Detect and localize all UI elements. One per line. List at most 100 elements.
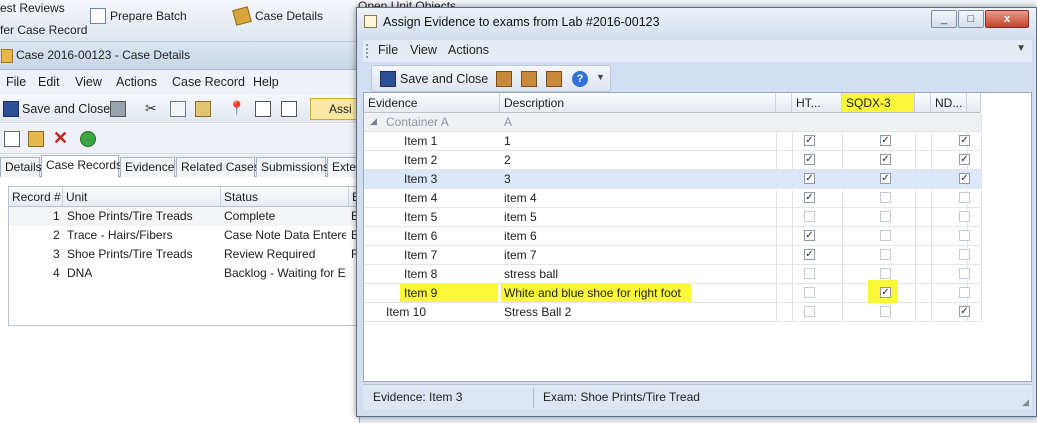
form-icon[interactable] [255, 101, 271, 117]
paste-icon[interactable] [195, 101, 211, 117]
case-save-close-button[interactable]: Save and Close [22, 102, 110, 116]
ribbon-item-case-details[interactable]: Case Details [255, 9, 323, 23]
dialog-menu-actions[interactable]: Actions [448, 43, 489, 57]
sqdx-3-exam-checkbox[interactable]: ✓ [880, 154, 891, 165]
nd-exam-checkbox[interactable] [959, 287, 970, 298]
case-menu-case-record[interactable]: Case Record [172, 75, 245, 89]
ht-exam-checkbox[interactable]: ✓ [804, 249, 815, 260]
tab-submissions[interactable]: Submissions [256, 157, 329, 177]
nd-exam-checkbox[interactable]: ✓ [959, 306, 970, 317]
nd-exam-checkbox[interactable] [959, 268, 970, 279]
chevron-down-icon[interactable]: ▼ [1016, 43, 1026, 54]
nd-exam-checkbox[interactable] [959, 211, 970, 222]
ht-exam-checkbox[interactable] [804, 268, 815, 279]
tab-details[interactable]: Details [0, 157, 42, 177]
sqdx-3-exam-checkbox[interactable]: ✓ [880, 173, 891, 184]
evidence-row[interactable]: Item 5 item 5 [364, 208, 981, 227]
assign-button[interactable]: Assi [310, 98, 360, 120]
ht-exam-checkbox[interactable]: ✓ [804, 135, 815, 146]
nd-exam-checkbox[interactable] [959, 230, 970, 241]
case-record-row[interactable]: 1 Shoe Prints/Tire Treads Complete E [9, 207, 361, 226]
resize-grip-icon[interactable] [1019, 369, 1029, 379]
ht-exam-checkbox[interactable]: ✓ [804, 154, 815, 165]
case-record-row[interactable]: 2 Trace - Hairs/Fibers Case Note Data Ente… [9, 226, 361, 245]
unit-cell: Shoe Prints/Tire Treads [67, 209, 193, 223]
sqdx-3-exam-checkbox[interactable] [880, 192, 891, 203]
dialog-menu-view[interactable]: View [410, 43, 437, 57]
toolbar-chevron-down-icon[interactable]: ▼ [596, 72, 605, 82]
sqdx-3-exam-checkbox[interactable] [880, 268, 891, 279]
evidence-row[interactable]: Item 2 2 ✓ ✓ ✓ [364, 151, 981, 170]
col-sqdx-3-exam[interactable]: SQDX-3 [842, 93, 915, 113]
group-row-container-a[interactable]: ◢ Container A A [364, 113, 981, 132]
add-box-icon[interactable] [521, 71, 537, 87]
evidence-row[interactable]: Item 10 Stress Ball 2 ✓ [364, 303, 981, 322]
open-folder-icon[interactable] [28, 131, 44, 147]
case-menu-file[interactable]: File [6, 75, 26, 89]
ht-exam-checkbox[interactable]: ✓ [804, 230, 815, 241]
dialog-titlebar[interactable]: Assign Evidence to exams from Lab #2016-… [357, 8, 1036, 36]
evidence-row[interactable]: Item 7 item 7 ✓ [364, 246, 981, 265]
evidence-row[interactable]: Item 1 1 ✓ ✓ ✓ [364, 132, 981, 151]
case-record-row[interactable]: 3 Shoe Prints/Tire Treads Review Required F [9, 245, 361, 264]
nd-exam-checkbox[interactable]: ✓ [959, 154, 970, 165]
ht-exam-checkbox[interactable] [804, 306, 815, 317]
evidence-row[interactable]: Item 3 3 ✓ ✓ ✓ [364, 170, 981, 189]
ht-exam-checkbox[interactable] [804, 211, 815, 222]
col-status[interactable]: Status [221, 187, 349, 207]
case-menu-view[interactable]: View [75, 75, 102, 89]
col-description[interactable]: Description [500, 93, 776, 113]
sqdx-3-exam-checkbox[interactable] [880, 211, 891, 222]
copy-form-icon[interactable] [281, 101, 297, 117]
tab-case-records[interactable]: Case Records [41, 155, 122, 178]
pin-icon[interactable]: 📍 [228, 101, 245, 117]
sqdx-3-exam-checkbox[interactable] [880, 306, 891, 317]
ribbon-item-transfer-case-record[interactable]: fer Case Record [0, 23, 87, 37]
nd-exam-checkbox[interactable] [959, 192, 970, 203]
col-record-number[interactable]: Record # [9, 187, 63, 207]
delete-icon[interactable]: ✕ [53, 129, 69, 147]
minimize-button[interactable]: _ [931, 10, 957, 28]
case-menu-help[interactable]: Help [253, 75, 279, 89]
box-icon[interactable] [496, 71, 512, 87]
collapse-triangle-icon[interactable]: ◢ [370, 116, 377, 127]
help-icon[interactable]: ? [572, 71, 588, 87]
case-window-titlebar[interactable]: Case 2016-00123 - Case Details [0, 42, 360, 70]
tab-evidence[interactable]: Evidence [120, 157, 175, 177]
go-icon[interactable] [80, 131, 96, 147]
case-record-row[interactable]: 4 DNA Backlog - Waiting for E... [9, 264, 361, 283]
col-evidence[interactable]: Evidence [364, 93, 500, 113]
evidence-row[interactable]: Item 6 item 6 ✓ [364, 227, 981, 246]
status-cell: Review Required [224, 247, 316, 261]
print-icon[interactable] [110, 101, 126, 117]
box-edit-icon[interactable] [546, 71, 562, 87]
ribbon-item-reviews[interactable]: est Reviews [0, 1, 65, 15]
sqdx-3-exam-checkbox[interactable]: ✓ [880, 135, 891, 146]
ribbon-item-prepare-batch[interactable]: Prepare Batch [110, 9, 187, 23]
col-nd-exam[interactable]: ND... [931, 93, 967, 113]
ht-exam-checkbox[interactable]: ✓ [804, 173, 815, 184]
col-unit[interactable]: Unit [63, 187, 221, 207]
evidence-row[interactable]: Item 4 item 4 ✓ [364, 189, 981, 208]
col-ht-exam[interactable]: HT... [792, 93, 842, 113]
ht-exam-checkbox[interactable] [804, 287, 815, 298]
case-menu-edit[interactable]: Edit [38, 75, 60, 89]
case-menu-actions[interactable]: Actions [116, 75, 157, 89]
nd-exam-checkbox[interactable] [959, 249, 970, 260]
dialog-save-close-button[interactable]: Save and Close [400, 72, 488, 86]
sqdx-3-exam-checkbox[interactable] [880, 230, 891, 241]
statusbar-grip-icon[interactable]: ◢ [1022, 397, 1029, 408]
nd-exam-checkbox[interactable]: ✓ [959, 173, 970, 184]
copy-icon[interactable] [170, 101, 186, 117]
tab-related-cases[interactable]: Related Cases [176, 157, 260, 177]
evidence-row[interactable]: Item 9 White and blue shoe for right foot… [364, 280, 981, 303]
sqdx-3-exam-checkbox[interactable]: ✓ [880, 287, 891, 298]
nd-exam-checkbox[interactable]: ✓ [959, 135, 970, 146]
dialog-menu-file[interactable]: File [378, 43, 398, 57]
close-button[interactable]: x [985, 10, 1029, 28]
sqdx-3-exam-checkbox[interactable] [880, 249, 891, 260]
new-file-icon[interactable] [4, 131, 20, 147]
ht-exam-checkbox[interactable]: ✓ [804, 192, 815, 203]
maximize-button[interactable]: □ [958, 10, 984, 28]
cut-icon[interactable]: ✂ [145, 101, 161, 117]
